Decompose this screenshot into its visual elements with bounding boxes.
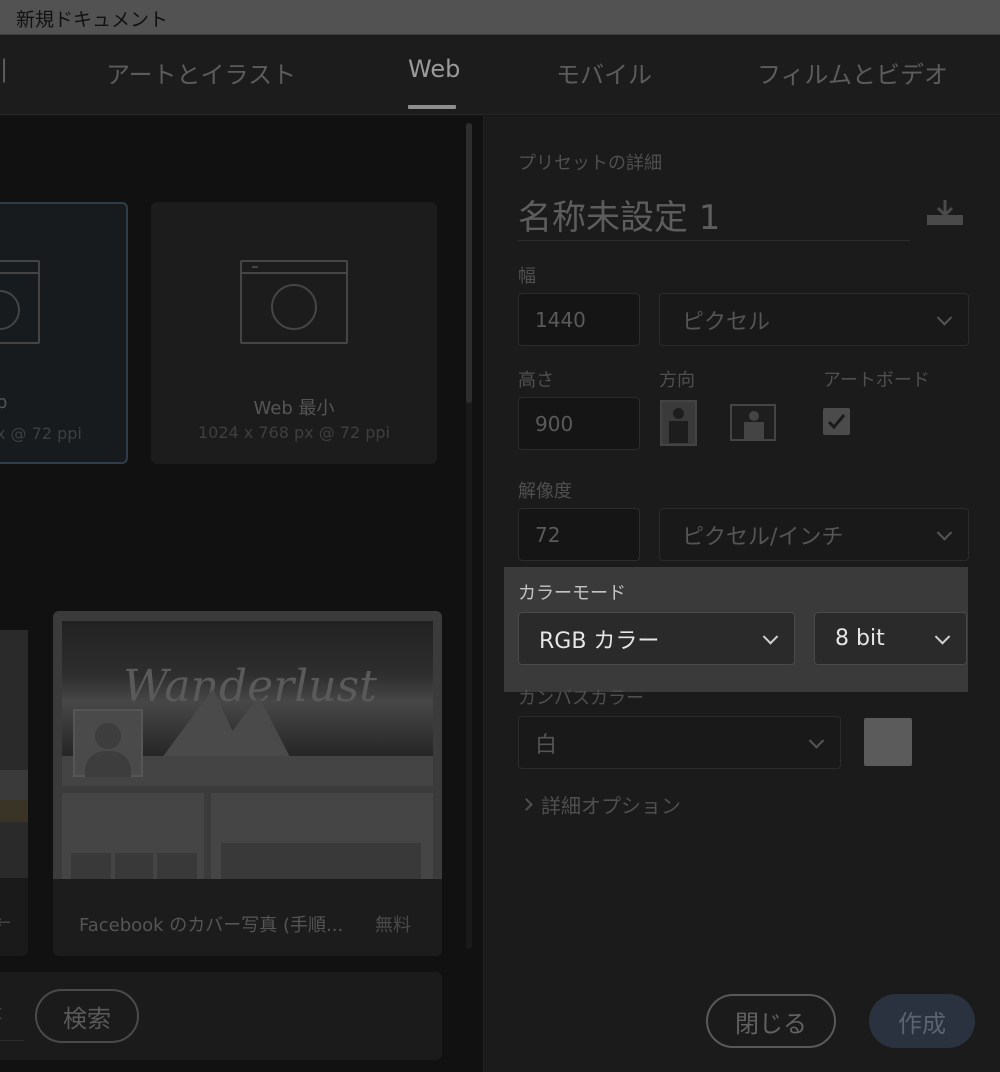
category-tabs: | アートとイラスト Web モバイル フィルムとビデオ <box>0 35 1000 115</box>
width-label: 幅 <box>518 266 536 287</box>
thumbnail-wordmark: Wanderlust <box>123 661 377 712</box>
tab-mobile[interactable]: モバイル <box>556 55 652 90</box>
template-title-fragment: ← <box>0 912 12 933</box>
preset-name: Web 最小 <box>253 398 335 419</box>
window-title: 新規ドキュメント <box>16 9 169 31</box>
template-card-facebook[interactable]: Wanderlust Facebook のカバー写真 (手順... 無料 <box>53 611 442 956</box>
tab-web[interactable]: Web <box>408 55 460 83</box>
document-name-input[interactable]: 名称未設定 1 <box>518 190 720 239</box>
chevron-down-icon <box>762 628 779 645</box>
chevron-down-icon <box>936 524 953 541</box>
width-unit-select[interactable]: ピクセル <box>659 293 969 346</box>
artboard-label: アートボード <box>823 370 930 391</box>
resolution-input[interactable]: 72 <box>518 508 640 561</box>
template-search-bar: t 検索 <box>0 972 442 1060</box>
resolution-label: 解像度 <box>518 481 572 502</box>
preset-size: x @ 72 ppi <box>0 424 82 443</box>
orientation-label: 方向 <box>659 370 695 391</box>
artboard-checkbox[interactable] <box>823 408 850 435</box>
width-unit-value: ピクセル <box>682 309 771 335</box>
advanced-options-toggle[interactable]: 詳細オプション <box>520 790 681 819</box>
template-card-partial[interactable]: ← <box>0 630 28 956</box>
checkmark-icon <box>827 414 846 430</box>
preset-card-web-minimum[interactable]: Web 最小 1024 x 768 px @ 72 ppi <box>151 202 437 464</box>
tab-art-illustration[interactable]: アートとイラスト <box>106 55 296 90</box>
search-input-fragment[interactable]: t <box>0 1000 22 1024</box>
color-mode-select[interactable]: RGB カラー <box>518 612 795 665</box>
advanced-options-label: 詳細オプション <box>541 794 681 818</box>
template-price: 無料 <box>375 915 411 936</box>
chevron-right-icon <box>520 798 533 811</box>
landscape-orientation-icon[interactable] <box>730 404 776 441</box>
search-button[interactable]: 検索 <box>35 989 139 1043</box>
resolution-unit-select[interactable]: ピクセル/インチ <box>659 508 969 561</box>
preset-size: 1024 x 768 px @ 72 ppi <box>198 423 390 442</box>
thumbnail-avatar <box>73 709 143 777</box>
chevron-down-icon <box>934 628 951 645</box>
active-tab-indicator <box>408 105 456 109</box>
tab-fragment[interactable]: | <box>0 55 8 83</box>
color-mode-value: RGB カラー <box>539 628 660 654</box>
resolution-unit-value: ピクセル/インチ <box>682 524 844 550</box>
tab-film-video[interactable]: フィルムとビデオ <box>757 55 948 90</box>
bit-depth-value: 8 bit <box>835 626 885 651</box>
chevron-down-icon <box>936 309 953 326</box>
document-name-underline <box>518 240 910 241</box>
preset-name: p <box>0 392 8 413</box>
template-title: Facebook のカバー写真 (手順... <box>79 915 344 936</box>
create-button[interactable]: 作成 <box>869 994 975 1048</box>
canvas-color-select[interactable]: 白 <box>518 716 841 769</box>
width-input[interactable]: 1440 <box>518 293 640 346</box>
template-thumbnail: Wanderlust <box>53 611 442 879</box>
preset-details-heading: プリセットの詳細 <box>518 153 662 174</box>
close-button[interactable]: 閉じる <box>706 994 836 1048</box>
canvas-color-label: カンバスカラー <box>518 688 644 709</box>
globe-icon <box>271 284 317 330</box>
title-bar: 新規ドキュメント <box>0 0 1000 35</box>
web-document-icon <box>240 260 348 344</box>
preset-card-web[interactable]: p x @ 72 ppi <box>0 202 128 464</box>
height-label: 高さ <box>518 370 554 391</box>
canvas-color-swatch[interactable] <box>864 718 912 766</box>
preset-scrollbar-thumb[interactable] <box>466 123 472 403</box>
web-document-icon <box>0 260 40 344</box>
chevron-down-icon <box>808 732 825 749</box>
height-input[interactable]: 900 <box>518 397 640 450</box>
color-mode-label: カラーモード <box>518 583 626 604</box>
canvas-color-value: 白 <box>535 732 558 758</box>
save-preset-icon[interactable] <box>926 198 964 228</box>
bit-depth-select[interactable]: 8 bit <box>814 612 967 665</box>
portrait-orientation-icon[interactable] <box>660 400 697 446</box>
